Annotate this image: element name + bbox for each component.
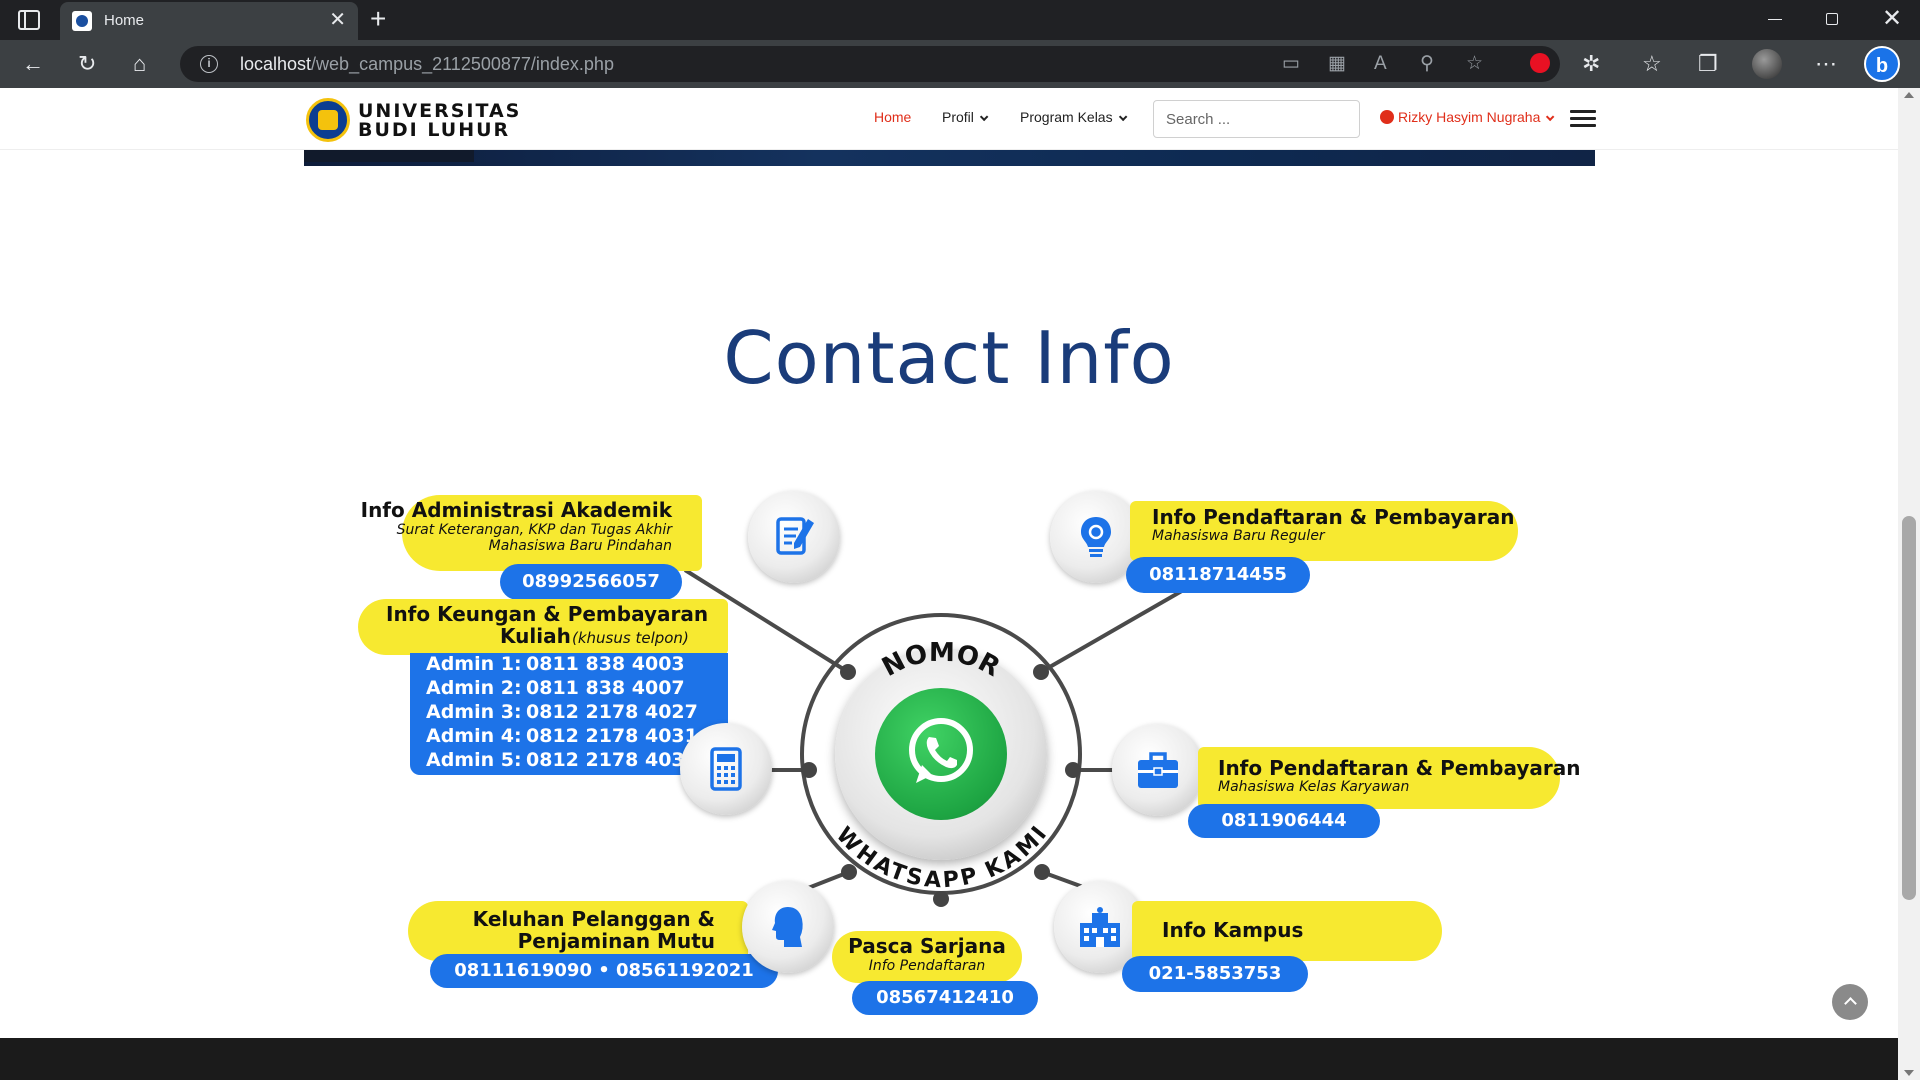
document-pen-icon bbox=[776, 517, 814, 555]
bing-copilot-icon[interactable]: b bbox=[1864, 46, 1900, 82]
add-favorite-icon[interactable]: ☆ bbox=[1466, 53, 1483, 75]
pasca-sub: Info Pendaftaran bbox=[868, 958, 986, 974]
karyawan-phone[interactable]: 0811906444 bbox=[1188, 804, 1380, 838]
keluhan-title2: Penjaminan Mutu bbox=[517, 929, 715, 953]
keuangan-icon-circle bbox=[680, 723, 772, 815]
browser-tab-bar: Home ✕ + ✕ bbox=[0, 0, 1920, 40]
page-viewport: UNIVERSITAS BUDI LUHUR Home Profil Progr… bbox=[0, 88, 1898, 1080]
more-menu-icon[interactable]: ⋯ bbox=[1815, 50, 1837, 78]
nav-profil[interactable]: Profil bbox=[942, 109, 989, 125]
user-menu[interactable]: Rizky Hasyim Nugraha bbox=[1380, 109, 1555, 125]
window-close-icon[interactable]: ✕ bbox=[1882, 6, 1902, 32]
hub-top-text: NOMOR bbox=[877, 638, 1004, 683]
reguler-sub: Mahasiswa Baru Reguler bbox=[1152, 528, 1325, 544]
browser-toolbar: ← ↻ ⌂ i localhost/web_campus_2112500877/… bbox=[0, 40, 1920, 88]
hamburger-menu-icon[interactable] bbox=[1570, 110, 1596, 128]
akademik-icon-circle bbox=[748, 491, 840, 583]
scroll-down-icon[interactable] bbox=[1904, 1070, 1914, 1076]
keuangan-title2: Kuliah bbox=[500, 624, 571, 648]
pasca-title: Pasca Sarjana bbox=[848, 934, 1006, 958]
section-title: Contact Info bbox=[723, 316, 1175, 400]
nav-program-kelas[interactable]: Program Kelas bbox=[1020, 109, 1127, 125]
reguler-phone[interactable]: 08118714455 bbox=[1126, 557, 1310, 593]
scrollbar-thumb[interactable] bbox=[1902, 516, 1916, 900]
search-input[interactable] bbox=[1153, 100, 1360, 138]
hub-bottom-text: WHATSAPP KAMI bbox=[831, 822, 1052, 893]
profile-avatar[interactable] bbox=[1752, 49, 1782, 79]
qr-grid-icon[interactable]: ▦ bbox=[1328, 53, 1346, 75]
lightbulb-icon bbox=[1081, 517, 1111, 557]
karyawan-sub: Mahasiswa Kelas Karyawan bbox=[1218, 779, 1410, 795]
akademik-sub1: Surat Keterangan, KKP dan Tugas Akhir bbox=[396, 522, 672, 538]
hub-curved-text: NOMOR WHATSAPP KAMI bbox=[831, 638, 1052, 893]
kampus-title: Info Kampus bbox=[1162, 918, 1304, 942]
scroll-to-top-button[interactable] bbox=[1832, 984, 1868, 1020]
app-available-icon[interactable]: ▭ bbox=[1282, 53, 1300, 75]
reguler-title: Info Pendaftaran & Pembayaran bbox=[1152, 505, 1515, 529]
pasca-phone[interactable]: 08567412410 bbox=[852, 981, 1038, 1015]
keluhan-icon-circle bbox=[742, 881, 834, 973]
user-circle-icon bbox=[1380, 110, 1394, 124]
keuangan-note: (khusus telpon) bbox=[572, 629, 689, 647]
university-logo[interactable]: UNIVERSITAS BUDI LUHUR bbox=[306, 98, 546, 142]
tab-close-icon[interactable]: ✕ bbox=[329, 9, 346, 31]
refresh-icon[interactable]: ↻ bbox=[78, 50, 96, 78]
new-tab-icon[interactable]: + bbox=[370, 4, 386, 34]
keuangan-title1: Info Keungan & Pembayaran bbox=[386, 602, 709, 626]
keluhan-title1: Keluhan Pelanggan & bbox=[472, 907, 715, 931]
admin-line-2[interactable]: Admin 2: 0811 838 4007 bbox=[426, 677, 685, 699]
admin-line-5[interactable]: Admin 5: 0812 2178 4033 bbox=[426, 749, 698, 771]
akademik-phone[interactable]: 08992566057 bbox=[500, 564, 682, 600]
logo-line2: BUDI LUHUR bbox=[358, 119, 511, 141]
person-head-icon bbox=[772, 907, 803, 947]
address-bar[interactable]: i localhost/web_campus_2112500877/index.… bbox=[180, 46, 1560, 82]
admin-line-3[interactable]: Admin 3: 0812 2178 4027 bbox=[426, 701, 698, 723]
extensions-icon[interactable]: ✲ bbox=[1582, 50, 1600, 78]
admin-line-4[interactable]: Admin 4: 0812 2178 4031 bbox=[426, 725, 698, 747]
nav-home[interactable]: Home bbox=[874, 109, 911, 125]
svg-text:NOMOR: NOMOR bbox=[877, 638, 1004, 683]
minimize-icon[interactable] bbox=[1768, 19, 1782, 20]
extension-red-icon[interactable] bbox=[1530, 53, 1550, 73]
site-header: UNIVERSITAS BUDI LUHUR Home Profil Progr… bbox=[0, 88, 1898, 150]
chevron-down-icon bbox=[1118, 112, 1127, 122]
site-favicon-icon bbox=[72, 11, 92, 31]
kampus-phone[interactable]: 021-5853753 bbox=[1122, 956, 1308, 992]
karyawan-icon-circle bbox=[1112, 724, 1204, 816]
tab-actions-icon[interactable] bbox=[18, 10, 40, 30]
address-url[interactable]: localhost/web_campus_2112500877/index.ph… bbox=[240, 54, 614, 75]
browser-tab[interactable]: Home ✕ bbox=[60, 2, 358, 40]
zoom-icon[interactable]: ⚲ bbox=[1420, 53, 1434, 75]
contact-infographic: NOMOR WHATSAPP KAMI Info Administrasi Ak… bbox=[350, 481, 1580, 1015]
restore-icon[interactable] bbox=[1826, 13, 1838, 25]
footer bbox=[0, 1038, 1898, 1080]
karyawan-title: Info Pendaftaran & Pembayaran bbox=[1218, 756, 1581, 780]
page-scrollbar[interactable] bbox=[1898, 88, 1920, 1080]
briefcase-icon bbox=[1138, 752, 1178, 788]
home-icon[interactable]: ⌂ bbox=[133, 50, 146, 78]
hero-banner-bottom bbox=[304, 150, 1595, 166]
akademik-title: Info Administrasi Akademik bbox=[360, 498, 672, 522]
read-aloud-icon[interactable]: A bbox=[1374, 53, 1387, 75]
admin-line-1[interactable]: Admin 1: 0811 838 4003 bbox=[426, 653, 685, 675]
back-icon[interactable]: ← bbox=[22, 50, 44, 78]
favorites-icon[interactable]: ☆ bbox=[1642, 50, 1662, 78]
chevron-down-icon bbox=[979, 112, 989, 122]
university-seal-icon bbox=[306, 98, 350, 142]
collections-icon[interactable]: ❐ bbox=[1698, 50, 1718, 78]
svg-text:WHATSAPP KAMI: WHATSAPP KAMI bbox=[831, 822, 1052, 893]
keuangan-admin-list: Admin 1: 0811 838 4003 Admin 2: 0811 838 4… bbox=[410, 653, 728, 775]
building-icon bbox=[1080, 907, 1120, 947]
site-info-icon[interactable]: i bbox=[200, 55, 218, 73]
akademik-sub2: Mahasiswa Baru Pindahan bbox=[488, 538, 672, 554]
tab-title: Home bbox=[104, 12, 145, 29]
calculator-icon bbox=[710, 747, 742, 791]
scroll-up-icon[interactable] bbox=[1904, 92, 1914, 98]
keluhan-phone[interactable]: 08111619090 • 08561192021 bbox=[430, 954, 778, 988]
chevron-down-icon bbox=[1546, 112, 1555, 122]
